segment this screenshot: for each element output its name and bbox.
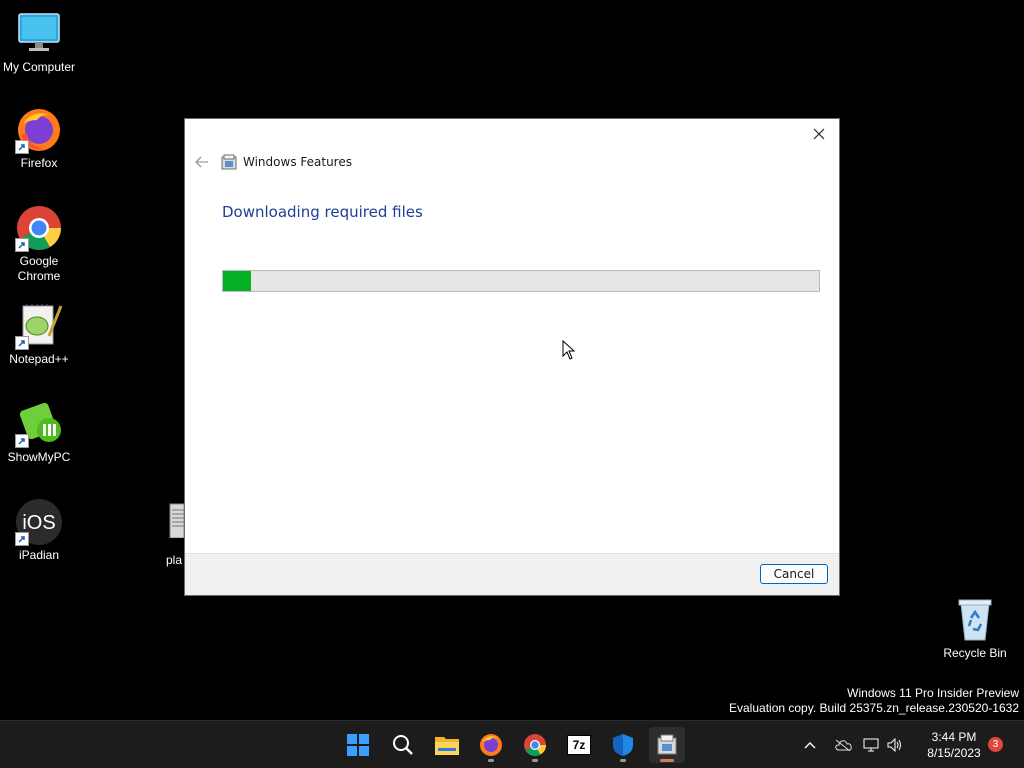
firefox-icon xyxy=(15,106,63,154)
cancel-button[interactable]: Cancel xyxy=(760,564,828,584)
desktop-icon-partial[interactable]: pla xyxy=(166,502,185,567)
volume-icon xyxy=(887,738,901,752)
shortcut-arrow-icon xyxy=(15,336,29,350)
watermark-line-2: Evaluation copy. Build 25375.zn_release.… xyxy=(729,701,1019,715)
desktop-icon-recycle-bin[interactable]: Recycle Bin xyxy=(936,596,1014,661)
watermark-line-1: Windows 11 Pro Insider Preview xyxy=(847,686,1019,700)
file-explorer-button[interactable] xyxy=(429,727,465,763)
active-indicator xyxy=(660,759,674,762)
chrome-taskbar-button[interactable] xyxy=(517,727,553,763)
os-watermark: Windows 11 Pro Insider Preview Evaluatio… xyxy=(729,686,1019,716)
network-icon xyxy=(863,738,879,752)
chrome-icon xyxy=(524,734,546,756)
close-icon xyxy=(813,128,825,140)
desktop-icon-label: Google Chrome xyxy=(17,254,61,283)
download-progress-bar xyxy=(222,270,820,292)
desktop-icon-ipadian[interactable]: iOS iPadian xyxy=(0,498,78,563)
desktop-icon-label: ShowMyPC xyxy=(7,450,71,464)
cloud-offline-icon xyxy=(835,739,852,751)
defender-taskbar-button[interactable] xyxy=(605,727,641,763)
firefox-icon xyxy=(480,734,502,756)
windows-features-icon xyxy=(657,734,677,755)
7zip-taskbar-button[interactable]: 7z xyxy=(561,727,597,763)
running-indicator xyxy=(532,759,538,762)
computer-icon xyxy=(15,10,63,58)
system-tray xyxy=(800,721,906,768)
running-indicator xyxy=(488,759,494,762)
notepadpp-icon xyxy=(15,302,63,350)
taskbar: 7z 3:44 PM 8/15/2023 xyxy=(0,720,1024,768)
dialog-footer: Cancel xyxy=(185,553,839,595)
clock[interactable]: 3:44 PM 8/15/2023 xyxy=(914,729,994,761)
showmypc-icon xyxy=(15,400,63,448)
back-button[interactable] xyxy=(193,153,211,171)
chrome-icon xyxy=(15,204,63,252)
search-icon xyxy=(393,735,413,755)
windows-icon xyxy=(347,734,369,756)
svg-text:iOS: iOS xyxy=(22,512,55,534)
desktop-icon-notepadpp[interactable]: Notepad++ xyxy=(0,302,78,367)
search-button[interactable] xyxy=(385,727,421,763)
desktop-icon-my-computer[interactable]: My Computer xyxy=(0,10,78,75)
shortcut-arrow-icon xyxy=(15,532,29,546)
desktop-icon-label: Recycle Bin xyxy=(943,646,1007,660)
shortcut-arrow-icon xyxy=(15,434,29,448)
dialog-title: Windows Features xyxy=(243,155,352,169)
desktop-icon-firefox[interactable]: Firefox xyxy=(0,106,78,171)
running-indicator xyxy=(620,759,626,762)
close-button[interactable] xyxy=(805,123,833,145)
notification-badge[interactable]: 3 xyxy=(988,737,1003,752)
mouse-cursor-icon xyxy=(562,339,576,365)
clock-date: 8/15/2023 xyxy=(927,746,981,760)
desktop-icon-google-chrome[interactable]: Google Chrome xyxy=(0,204,78,284)
volume-button[interactable] xyxy=(884,738,906,752)
shield-icon xyxy=(613,734,633,756)
desktop-icon-label: iPadian xyxy=(18,548,60,562)
onedrive-button[interactable] xyxy=(830,739,856,751)
back-arrow-icon xyxy=(195,156,208,168)
desktop-icon-label: Notepad++ xyxy=(9,352,69,366)
chevron-up-icon xyxy=(804,742,816,749)
windows-features-dialog: Windows Features Downloading required fi… xyxy=(184,118,840,596)
shortcut-arrow-icon xyxy=(15,140,29,154)
7zip-icon: 7z xyxy=(567,735,591,755)
clock-time: 3:44 PM xyxy=(931,730,977,744)
recycle-bin-icon xyxy=(951,596,999,644)
desktop-icon-label: My Computer xyxy=(2,60,76,74)
dialog-nav-row: Windows Features xyxy=(193,153,352,171)
start-button[interactable] xyxy=(340,727,376,763)
windows-features-icon xyxy=(221,154,237,170)
firefox-taskbar-button[interactable] xyxy=(473,727,509,763)
ipadian-icon: iOS xyxy=(15,498,63,546)
desktop-icon-showmypc[interactable]: ShowMyPC xyxy=(0,400,78,465)
windows-features-taskbar-button[interactable] xyxy=(649,727,685,763)
desktop-icon-label: Firefox xyxy=(20,156,58,170)
desktop-icon-label: pla xyxy=(166,553,183,567)
status-heading: Downloading required files xyxy=(222,203,423,221)
shortcut-arrow-icon xyxy=(15,238,29,252)
network-button[interactable] xyxy=(860,738,882,752)
show-hidden-icons-button[interactable] xyxy=(800,741,820,749)
progress-fill xyxy=(223,271,251,291)
folder-icon xyxy=(435,737,459,755)
